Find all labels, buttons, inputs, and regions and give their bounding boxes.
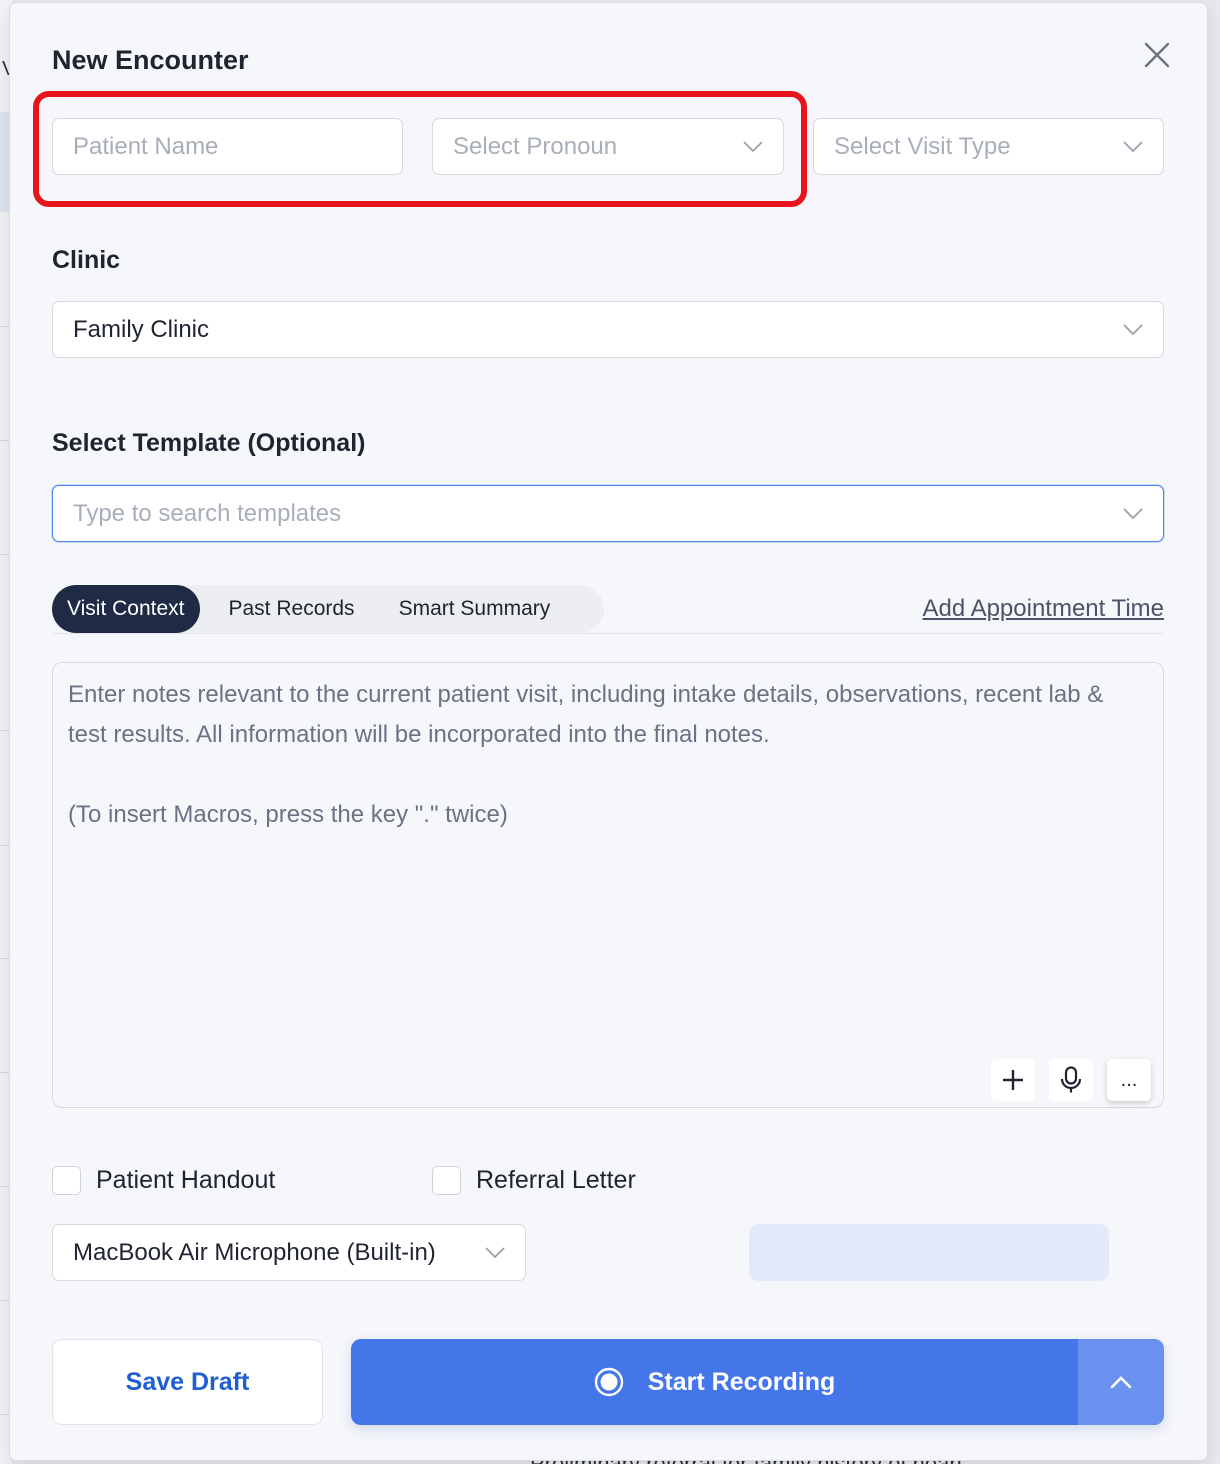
plus-icon [1003, 1070, 1023, 1090]
notes-macro-hint: (To insert Macros, press the key "." twi… [68, 801, 508, 828]
clinic-label: Clinic [52, 246, 121, 274]
add-appointment-time-link[interactable]: Add Appointment Time [923, 595, 1164, 623]
close-button[interactable] [1139, 37, 1175, 73]
start-recording-button[interactable]: Start Recording [351, 1339, 1078, 1425]
recording-options-toggle[interactable] [1078, 1339, 1164, 1425]
microphone-select[interactable]: MacBook Air Microphone (Built-in) [52, 1224, 526, 1281]
new-encounter-modal: New Encounter Patient Name Select Pronou… [10, 3, 1207, 1460]
visit-notes-textarea[interactable]: Enter notes relevant to the current pati… [52, 662, 1164, 1108]
template-label: Select Template (Optional) [52, 429, 366, 457]
clinic-value: Family Clinic [73, 315, 210, 343]
start-recording-label: Start Recording [647, 1367, 836, 1396]
microphone-value: MacBook Air Microphone (Built-in) [73, 1238, 436, 1266]
record-icon [594, 1367, 623, 1397]
notes-toolbar: ... [991, 1059, 1151, 1101]
template-search-input[interactable]: Type to search templates [52, 485, 1164, 542]
referral-letter-label: Referral Letter [476, 1166, 636, 1194]
notes-placeholder-text: Enter notes relevant to the current pati… [68, 681, 1110, 748]
chevron-down-icon [1123, 507, 1143, 519]
more-icon: ... [1120, 1069, 1138, 1091]
start-recording-group: Start Recording [351, 1339, 1164, 1425]
template-search-placeholder: Type to search templates [73, 499, 342, 527]
modal-title: New Encounter [52, 45, 249, 75]
patient-handout-label: Patient Handout [96, 1166, 276, 1194]
audio-level-meter [749, 1224, 1109, 1281]
tab-visit-context[interactable]: Visit Context [52, 585, 200, 633]
context-tabs: Visit Context Past Records Smart Summary [52, 585, 604, 633]
dictate-button[interactable] [1049, 1059, 1093, 1101]
chevron-down-icon [1123, 140, 1143, 152]
annotation-highlight [33, 91, 807, 207]
chevron-down-icon [1123, 323, 1143, 335]
patient-handout-checkbox[interactable] [52, 1166, 81, 1195]
visit-type-select[interactable]: Select Visit Type [813, 118, 1164, 175]
microphone-icon [1060, 1066, 1082, 1093]
referral-letter-option: Referral Letter [432, 1166, 636, 1195]
patient-handout-option: Patient Handout [52, 1166, 275, 1195]
close-icon [1144, 42, 1170, 68]
chevron-down-icon [485, 1246, 505, 1258]
add-button[interactable] [991, 1059, 1035, 1101]
tab-smart-summary[interactable]: Smart Summary [384, 585, 566, 633]
tabs-divider [52, 633, 1164, 634]
referral-letter-checkbox[interactable] [432, 1166, 461, 1195]
tab-past-records[interactable]: Past Records [214, 585, 370, 633]
visit-type-placeholder: Select Visit Type [834, 132, 1011, 160]
clinic-select[interactable]: Family Clinic [52, 301, 1164, 358]
save-draft-button[interactable]: Save Draft [52, 1339, 323, 1425]
chevron-up-icon [1110, 1376, 1132, 1389]
more-options-button[interactable]: ... [1107, 1059, 1151, 1101]
